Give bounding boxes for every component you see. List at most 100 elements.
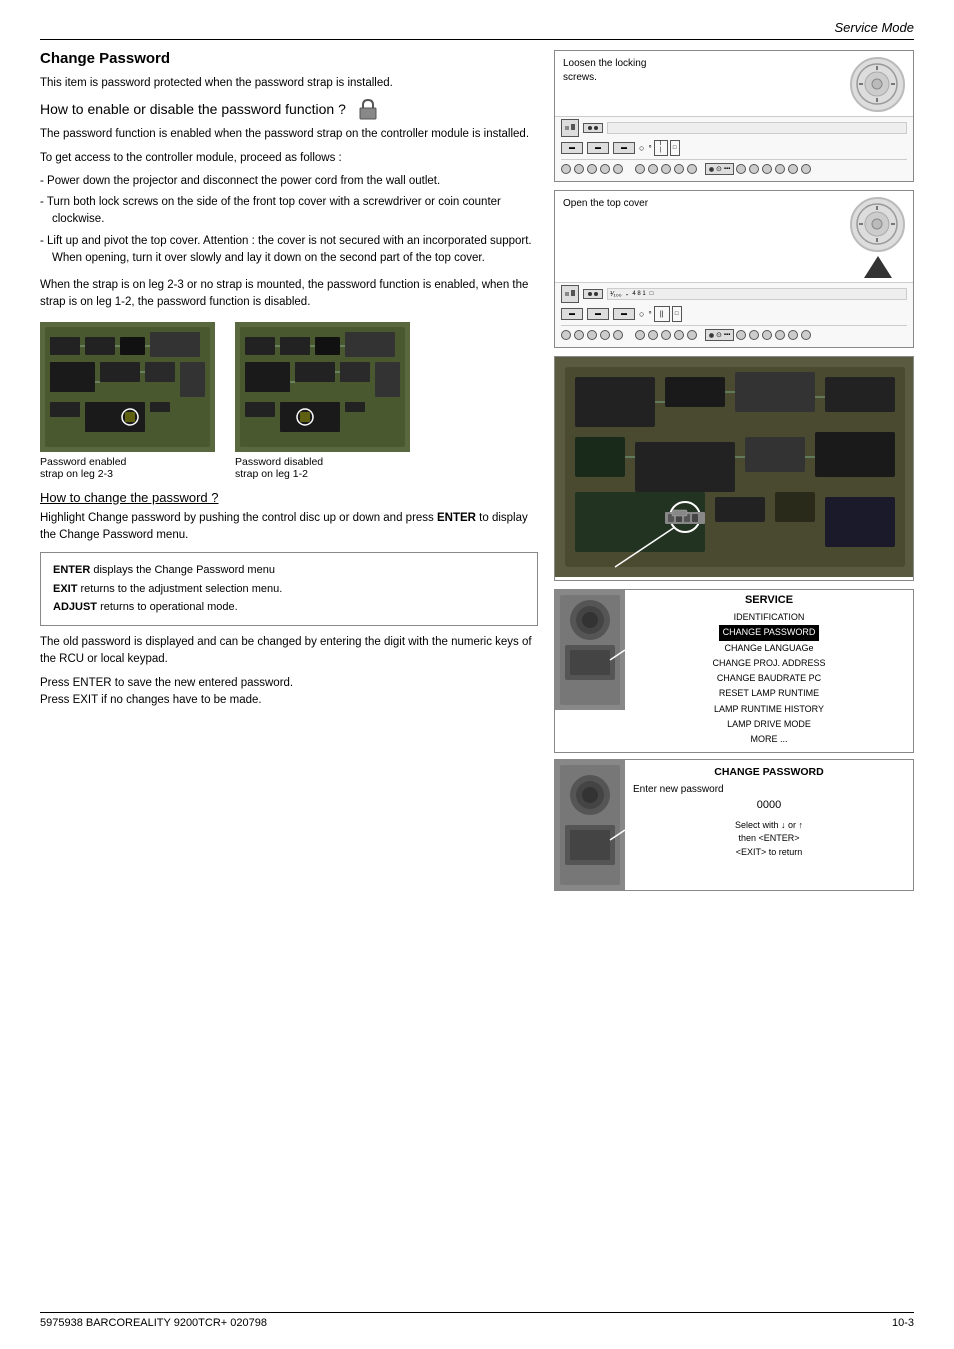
open-dot-14 [775,330,785,340]
lock-icon [354,98,382,120]
dot-12 [749,164,759,174]
open-dot-3 [587,330,597,340]
enter-new-label: Enter new password [633,784,905,795]
footer-right: 10-3 [892,1317,914,1329]
open-cover-controls: ¹⁄₁₀₀ - 4 8 1 □ ▬ ▬ ▬ ○ ° || [555,282,913,347]
open-btn-3: ▬ [613,308,635,320]
pw-content: CHANGE PASSWORD Enter new password 0000 … [625,760,913,890]
pcb-svg-enabled [40,322,215,452]
dot-14 [775,164,785,174]
loosen-circle-svg [855,62,900,107]
large-pcb-photo [555,357,914,577]
menu-item-identification: IDENTIFICATION [633,610,905,625]
open-dot-8 [661,330,671,340]
menu-item-lamp-drive: LAMP DRIVE MODE [633,717,905,732]
circle-indicator: ○ [639,143,644,153]
panel-switch-2 [561,285,579,303]
fraction-box-3: || [654,306,670,322]
open-indicator-right: ⊙ ▪▪▪ [705,329,734,341]
page: Service Mode Change Password This item i… [0,0,954,1349]
dot-15 [788,164,798,174]
indicator-dots-2 [583,289,603,299]
open-dot-10 [687,330,697,340]
bar-indicator-2: ¹⁄₁₀₀ - 4 8 1 □ [607,288,907,300]
panel-switch [561,119,579,137]
open-dot-2 [574,330,584,340]
menu-item-reset-lamp: RESET LAMP RUNTIME [633,686,905,701]
dot-11 [736,164,746,174]
bullet-list: Power down the projector and disconnect … [40,173,538,267]
dots-section: ⊙ ▪▪▪ [561,159,907,175]
dots-group-3 [736,164,811,174]
fraction-display: ° I | □ [648,140,679,156]
pw-value: 0000 [633,799,905,811]
board-photo-disabled [235,322,410,452]
menu-item-change-address: CHANGE PROJ. ADDRESS [633,656,905,671]
open-dots-group-2 [635,330,697,340]
open-dots-group-3 [736,330,811,340]
how-change-body: Highlight Change password by pushing the… [40,510,538,545]
open-dot-13 [762,330,772,340]
fraction-box: I | [654,140,668,156]
projector-svg-pw [555,760,625,890]
open-dot-4 [600,330,610,340]
pw-instructions: Select with ↓ or ↑ then <ENTER> <EXIT> t… [633,819,905,860]
dot-13 [762,164,772,174]
enable-body: The password function is enabled when th… [40,126,538,143]
service-menu-content: SERVICE IDENTIFICATION CHANGE PASSWORD C… [625,590,913,752]
proceed-intro: To get access to the controller module, … [40,150,538,167]
projector-photo-pw [555,760,625,890]
old-password-info: The old password is displayed and can be… [40,634,538,669]
dot-8 [661,164,671,174]
footer-left: 5975938 BARCOREALITY 9200TCR+ 020798 [40,1317,267,1329]
loosen-label: Loosen the locking screws. [563,57,663,85]
info-box: ENTER displays the Change Password menu … [40,552,538,626]
how-change-title: How to change the password ? [40,490,538,505]
open-dot-5 [613,330,623,340]
bullet-item-1: Power down the projector and disconnect … [40,173,538,190]
dot-16 [801,164,811,174]
page-header: Service Mode [40,20,914,40]
open-dot-16 [801,330,811,340]
caption-enabled: Password enabled strap on leg 2-3 [40,456,215,480]
controls-row-2: ▬ ▬ ▬ ○ ° I | □ [561,140,907,156]
circle-indicator-2: ○ [639,309,644,319]
dot-9 [674,164,684,174]
projector-svg-service [555,590,625,710]
arrow-up-icon [864,256,892,278]
controls-row-1 [561,119,907,137]
open-dots-section: ⊙ ▪▪▪ [561,325,907,341]
dot-7 [648,164,658,174]
page-footer: 5975938 BARCOREALITY 9200TCR+ 020798 10-… [40,1312,914,1329]
dot-1 [561,164,571,174]
dot-4 [600,164,610,174]
dots-group-2 [635,164,697,174]
dots-group-1 [561,164,623,174]
menu-item-change-language: CHANGe LANGUAGe [633,641,905,656]
bar-indicator [607,122,907,134]
loosen-top-row: Loosen the locking screws. [555,51,913,116]
press-enter: Press ENTER to save the new entered pass… [40,675,538,710]
fraction-display-2: ° || □ [648,306,681,322]
loosen-diagram: Loosen the locking screws. [554,50,914,182]
projector-photo-service [555,590,625,710]
info-exit: EXIT returns to the adjustment selection… [53,580,525,599]
btn-1: ▬ [561,142,583,154]
open-controls-row-1: ¹⁄₁₀₀ - 4 8 1 □ [561,285,907,303]
bullet-item-3: Lift up and pivot the top cover. Attenti… [40,233,538,268]
service-menu-items: IDENTIFICATION CHANGE PASSWORD CHANGe LA… [633,610,905,748]
btn-2: ▬ [587,142,609,154]
right-column: Loosen the locking screws. [554,50,914,891]
menu-item-lamp-history: LAMP RUNTIME HISTORY [633,702,905,717]
open-btn-1: ▬ [561,308,583,320]
open-dots-container: ⊙ ▪▪▪ [561,329,907,341]
indicator-dots [583,123,603,133]
btn-3: ▬ [613,142,635,154]
open-cover-label: Open the top cover [563,197,648,211]
fraction-box2: □ [670,140,680,156]
pw-wrapper: CHANGE PASSWORD Enter new password 0000 … [554,759,914,891]
board-photo-inner [40,322,215,452]
info-adjust: ADJUST returns to operational mode. [53,598,525,617]
pcb-svg-disabled [235,322,410,452]
open-dot-11 [736,330,746,340]
